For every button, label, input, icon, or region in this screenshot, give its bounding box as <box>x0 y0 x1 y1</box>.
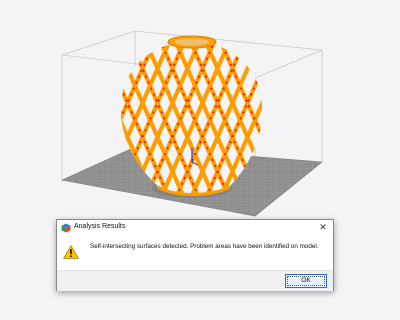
close-icon[interactable]: ✕ <box>317 221 329 234</box>
dialog-message: Self-intersecting surfaces detected. Pro… <box>90 243 319 250</box>
app-cube-icon <box>61 223 71 233</box>
dialog-footer: OK <box>57 270 333 291</box>
dialog-titlebar[interactable]: Analysis Results ✕ <box>57 220 333 236</box>
ok-button-focus-ring <box>287 276 325 286</box>
ok-button[interactable]: OK <box>285 274 327 288</box>
dialog-body: Self-intersecting surfaces detected. Pro… <box>57 236 333 270</box>
analysis-results-dialog[interactable]: Analysis Results ✕ Self-intersecting sur… <box>56 219 334 291</box>
dialog-title: Analysis Results <box>74 223 126 230</box>
warning-icon <box>63 245 79 259</box>
